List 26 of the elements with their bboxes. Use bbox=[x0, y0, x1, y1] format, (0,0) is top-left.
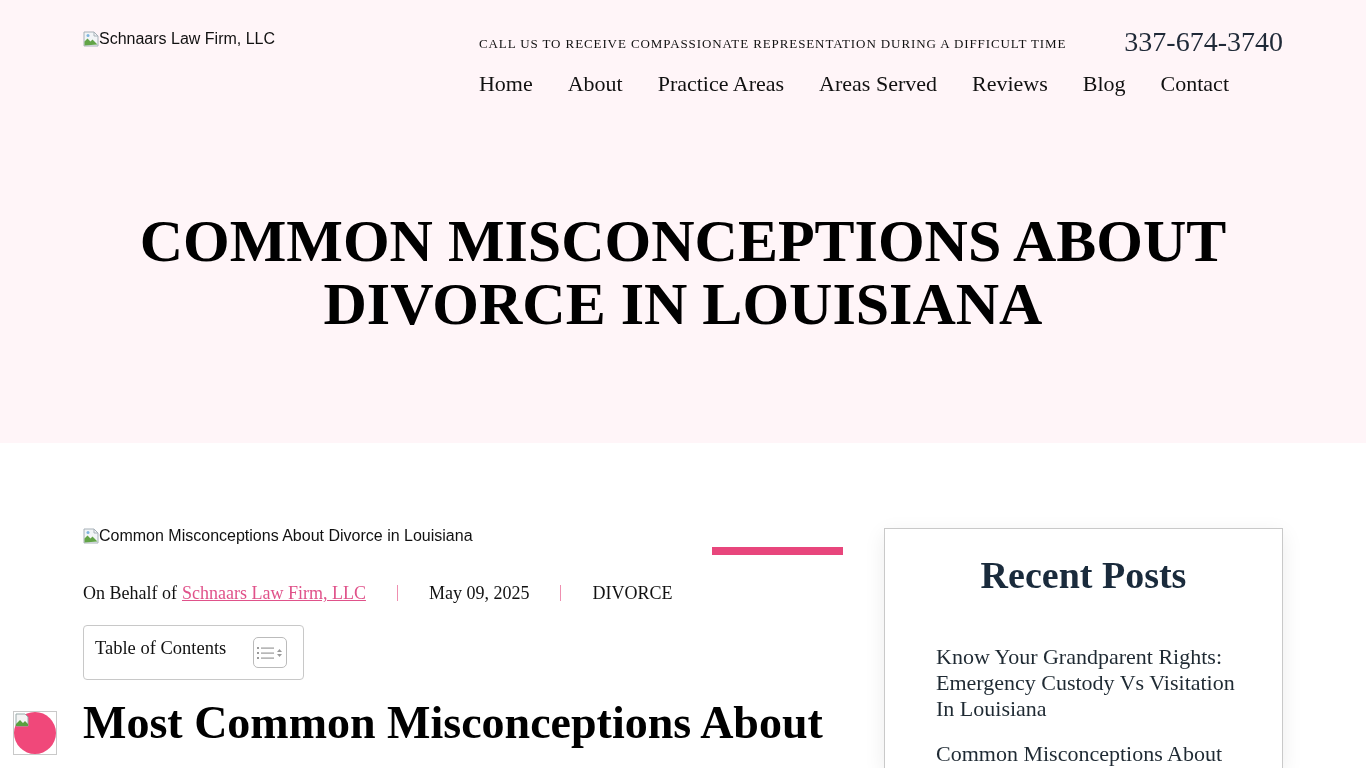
page-title: COMMON MISCONCEPTIONS ABOUT DIVORCE IN LOUISIANA bbox=[138, 209, 1228, 336]
recent-post-link[interactable]: Know Your Grandparent Rights: Emergency Custody Vs Visitation In Louisiana bbox=[936, 644, 1248, 722]
nav-link[interactable]: Reviews bbox=[972, 70, 1048, 98]
list-toggle-icon bbox=[257, 644, 284, 661]
sidebar-title: Recent Posts bbox=[979, 553, 1188, 598]
logo-alt-text: Schnaars Law Firm, LLC bbox=[99, 31, 276, 47]
toc-title: Table of Contents bbox=[95, 637, 227, 660]
post-date: May 09, 2025 bbox=[428, 582, 530, 605]
toc-toggle-button[interactable] bbox=[253, 637, 288, 668]
category-label: DIVORCE bbox=[592, 582, 673, 605]
phone-link[interactable]: 337-674-3740 bbox=[1124, 28, 1283, 56]
recent-post-link[interactable]: Common Misconceptions About bbox=[936, 741, 1248, 767]
broken-image-icon bbox=[83, 528, 99, 544]
author-link[interactable]: Schnaars Law Firm, LLC bbox=[182, 581, 366, 605]
nav-link[interactable]: About bbox=[567, 70, 623, 98]
nav-link[interactable]: Blog bbox=[1082, 70, 1126, 98]
image-alt-text: Common Misconceptions About Divorce in Louisiana bbox=[99, 528, 473, 544]
tagline: CALL US TO RECEIVE COMPASSIONATE REPRESENTATION DURING A DIFFICULT TIME bbox=[478, 35, 1067, 52]
nav-link[interactable]: Practice Areas bbox=[657, 70, 785, 98]
nav-link[interactable]: Home bbox=[478, 70, 533, 98]
broken-image-icon bbox=[83, 31, 99, 47]
nav-link[interactable]: Contact bbox=[1160, 70, 1229, 98]
article-heading: Most Common Misconceptions About bbox=[83, 696, 824, 750]
accessibility-widget-icon[interactable] bbox=[13, 711, 57, 755]
byline-text: On Behalf of bbox=[83, 582, 177, 605]
nav-link[interactable]: Areas Served bbox=[819, 70, 937, 98]
